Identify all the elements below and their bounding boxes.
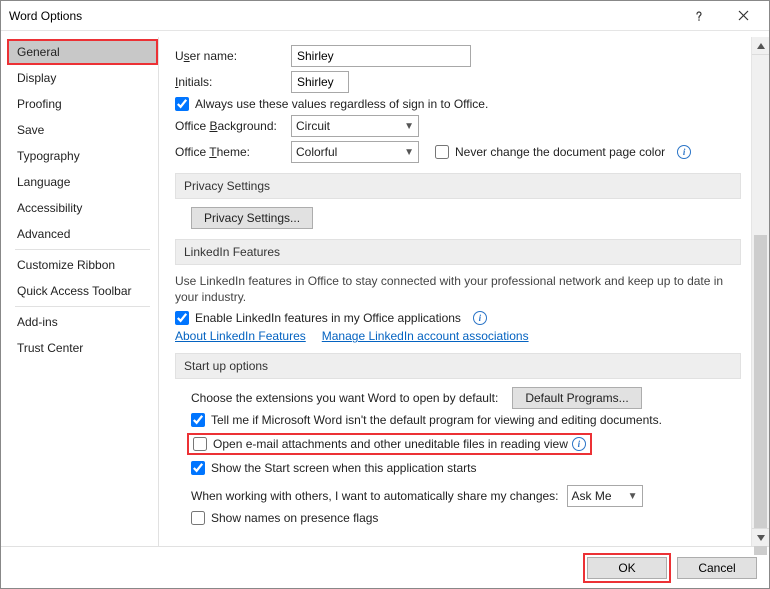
choose-extensions-label: Choose the extensions you want Word to o… [191,391,498,405]
close-icon [738,10,749,21]
open-email-attachments-checkbox[interactable]: Open e-mail attachments and other unedit… [193,437,568,451]
always-use-values-input[interactable] [175,97,189,111]
content-pane: User name: Initials: Always use these va… [159,37,751,546]
chevron-up-icon [757,43,765,49]
tell-me-default-input[interactable] [191,413,205,427]
enable-linkedin-input[interactable] [175,311,189,325]
never-change-color-checkbox[interactable]: Never change the document page color [435,145,665,159]
scroll-thumb[interactable] [754,235,767,555]
sidebar-item-customize-ribbon[interactable]: Customize Ribbon [7,252,158,278]
show-start-screen-input[interactable] [191,461,205,475]
share-changes-label: When working with others, I want to auto… [191,489,559,503]
sidebar-item-proofing[interactable]: Proofing [7,91,158,117]
always-use-values-checkbox[interactable]: Always use these values regardless of si… [175,97,488,111]
tell-me-default-checkbox[interactable]: Tell me if Microsoft Word isn't the defa… [191,413,662,427]
about-linkedin-link[interactable]: About LinkedIn Features [175,329,306,343]
chevron-down-icon [757,535,765,541]
privacy-section-heading: Privacy Settings [175,173,741,199]
window-title: Word Options [9,9,677,23]
help-icon [693,10,705,22]
show-names-input[interactable] [191,511,205,525]
enable-linkedin-checkbox[interactable]: Enable LinkedIn features in my Office ap… [175,311,461,325]
username-input[interactable] [291,45,471,67]
dialog-footer: OK Cancel [1,546,769,588]
office-background-combo[interactable]: Circuit▼ [291,115,419,137]
linkedin-desc: Use LinkedIn features in Office to stay … [175,273,741,305]
sidebar-item-save[interactable]: Save [7,117,158,143]
ok-button[interactable]: OK [587,557,667,579]
never-change-color-input[interactable] [435,145,449,159]
initials-label: Initials: [175,75,283,89]
vertical-scrollbar[interactable] [751,37,769,546]
sidebar-item-general[interactable]: General [7,39,158,65]
word-options-dialog: Word Options General Display Proofing Sa… [0,0,770,589]
sidebar-item-addins[interactable]: Add-ins [7,309,158,335]
chevron-down-icon: ▼ [404,147,414,158]
office-theme-label: Office Theme: [175,145,283,159]
open-email-attachments-input[interactable] [193,437,207,451]
sidebar-item-advanced[interactable]: Advanced [7,221,158,247]
sidebar-separator [15,249,150,250]
manage-linkedin-link[interactable]: Manage LinkedIn account associations [322,329,529,343]
scroll-up-button[interactable] [752,37,769,55]
chevron-down-icon: ▼ [628,491,638,502]
titlebar: Word Options [1,1,769,31]
initials-input[interactable] [291,71,349,93]
office-theme-combo[interactable]: Colorful▼ [291,141,419,163]
startup-section-heading: Start up options [175,353,741,379]
privacy-settings-button[interactable]: Privacy Settings... [191,207,313,229]
sidebar-separator [15,306,150,307]
sidebar-item-qat[interactable]: Quick Access Toolbar [7,278,158,304]
cancel-button[interactable]: Cancel [677,557,757,579]
chevron-down-icon: ▼ [404,121,414,132]
share-changes-combo[interactable]: Ask Me▼ [567,485,643,507]
show-start-screen-checkbox[interactable]: Show the Start screen when this applicat… [191,461,477,475]
close-button[interactable] [721,2,765,30]
info-icon[interactable]: i [473,311,487,325]
sidebar-item-language[interactable]: Language [7,169,158,195]
linkedin-section-heading: LinkedIn Features [175,239,741,265]
show-names-checkbox[interactable]: Show names on presence flags [191,511,378,525]
scroll-down-button[interactable] [752,528,769,546]
office-background-label: Office Background: [175,119,283,133]
sidebar: General Display Proofing Save Typography… [7,37,159,546]
username-label: User name: [175,49,283,63]
info-icon[interactable]: i [572,437,586,451]
open-email-highlight: Open e-mail attachments and other unedit… [187,433,592,455]
sidebar-item-typography[interactable]: Typography [7,143,158,169]
default-programs-button[interactable]: Default Programs... [512,387,641,409]
info-icon[interactable]: i [677,145,691,159]
sidebar-item-display[interactable]: Display [7,65,158,91]
help-button[interactable] [677,2,721,30]
sidebar-item-accessibility[interactable]: Accessibility [7,195,158,221]
sidebar-item-trust-center[interactable]: Trust Center [7,335,158,361]
